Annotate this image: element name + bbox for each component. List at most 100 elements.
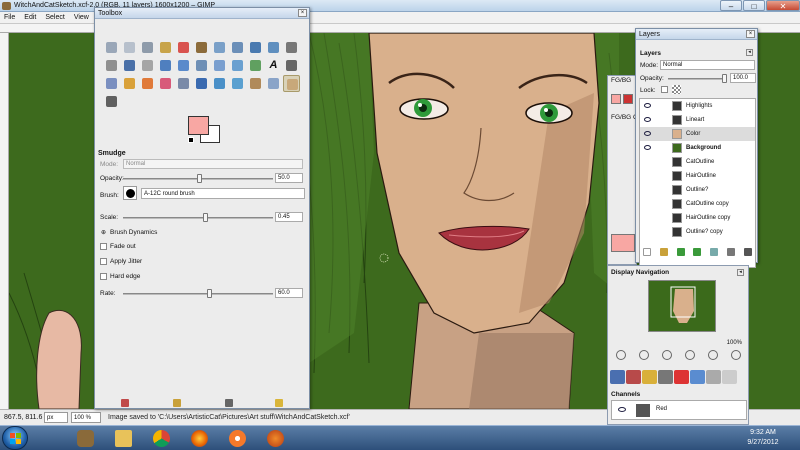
layer-mode-select[interactable]: Normal — [660, 60, 755, 70]
scale-value[interactable]: 0.45 — [275, 212, 303, 222]
taskbar-gimp[interactable] — [68, 428, 104, 449]
rotate-tool[interactable] — [157, 57, 174, 74]
anchor-layer-icon[interactable] — [726, 248, 735, 256]
maximize-button[interactable]: □ — [743, 0, 765, 11]
shrink-wrap-icon[interactable] — [731, 350, 741, 360]
save-options-icon[interactable] — [121, 399, 129, 407]
blend-tool[interactable] — [103, 75, 120, 92]
layer-row[interactable]: Lineart — [640, 113, 755, 127]
text-tool[interactable]: A — [265, 57, 282, 74]
foreground-color-swatch[interactable] — [188, 116, 209, 135]
lock-alpha-icon[interactable] — [672, 85, 681, 94]
lower-layer-icon[interactable] — [693, 248, 702, 256]
clock-time[interactable]: 9:32 AM — [738, 429, 788, 436]
heal-tool[interactable] — [229, 75, 246, 92]
apply-jitter-checkbox[interactable] — [100, 258, 107, 265]
close-button[interactable]: ✕ — [766, 0, 800, 11]
tab-gradients-icon[interactable] — [722, 370, 737, 384]
align-tool[interactable] — [121, 57, 138, 74]
mode-select[interactable]: Normal — [123, 159, 303, 169]
color-tab-icon[interactable] — [623, 94, 633, 104]
default-colors-icon[interactable] — [188, 137, 194, 143]
layer-row[interactable]: HairOutline — [640, 169, 755, 183]
smudge-tool[interactable] — [283, 75, 300, 92]
shear-tool[interactable] — [193, 57, 210, 74]
layer-opacity-track[interactable] — [668, 78, 724, 80]
clock-date[interactable]: 9/27/2012 — [738, 439, 788, 446]
tab-brushes-icon[interactable] — [690, 370, 705, 384]
clone-tool[interactable] — [211, 75, 228, 92]
zoom-100-icon[interactable] — [685, 350, 695, 360]
layers-menu-icon[interactable]: ◂ — [746, 49, 753, 56]
taskbar-media-player[interactable] — [258, 428, 294, 449]
paths-tool[interactable] — [229, 39, 246, 56]
scale-slider-track[interactable] — [123, 217, 273, 219]
taskbar-chrome[interactable] — [144, 428, 180, 449]
layer-row[interactable]: Outline? — [640, 183, 755, 197]
vertical-ruler[interactable] — [0, 33, 9, 409]
tab-channels-icon[interactable] — [626, 370, 641, 384]
rect-select-tool[interactable] — [103, 39, 120, 56]
lock-pixels-checkbox[interactable] — [661, 86, 668, 93]
layer-row[interactable]: Outline? copy — [640, 225, 755, 239]
tab-layers-icon[interactable] — [610, 370, 625, 384]
perspective-clone-tool[interactable] — [247, 75, 264, 92]
eraser-tool[interactable] — [157, 75, 174, 92]
move-tool[interactable] — [103, 57, 120, 74]
toolbox-close-icon[interactable]: × — [298, 9, 307, 17]
fade-out-checkbox[interactable] — [100, 243, 107, 250]
channel-visibility-eye-icon[interactable] — [618, 407, 626, 412]
rate-value[interactable]: 60.0 — [275, 288, 303, 298]
layer-visibility-eye-icon[interactable] — [644, 131, 651, 136]
paintbrush-tool[interactable] — [139, 75, 156, 92]
navigation-menu-icon[interactable]: ◂ — [737, 269, 744, 276]
foreground-select-tool[interactable] — [211, 39, 228, 56]
unit-select[interactable]: px — [44, 412, 68, 423]
channel-row-red[interactable]: Red — [611, 400, 747, 420]
delete-options-icon[interactable] — [225, 399, 233, 407]
fg-bg-color-selector[interactable] — [188, 114, 222, 146]
hard-edge-checkbox[interactable] — [100, 273, 107, 280]
menu-view[interactable]: View — [74, 12, 89, 23]
opacity-slider-handle[interactable] — [197, 174, 202, 183]
layer-row[interactable]: Highlights — [640, 99, 755, 113]
expander-plus-icon[interactable]: ⊕ — [101, 229, 106, 236]
crop-tool[interactable] — [139, 57, 156, 74]
tab-paths-icon[interactable] — [642, 370, 657, 384]
layer-row[interactable]: Color — [640, 127, 755, 141]
perspective-tool[interactable] — [211, 57, 228, 74]
layer-row[interactable]: Background — [640, 141, 755, 155]
taskbar-firefox[interactable] — [182, 428, 218, 449]
zoom-out-icon[interactable] — [616, 350, 626, 360]
bucket-fill-tool[interactable] — [283, 57, 300, 74]
measure-tool[interactable] — [283, 39, 300, 56]
menu-select[interactable]: Select — [45, 12, 64, 23]
taskbar-explorer[interactable] — [106, 428, 142, 449]
layer-row[interactable]: CatOutline — [640, 155, 755, 169]
layer-visibility-eye-icon[interactable] — [644, 145, 651, 150]
brush-dynamics-expander[interactable]: Brush Dynamics — [110, 229, 157, 236]
layer-row[interactable]: CatOutline copy — [640, 197, 755, 211]
airbrush-tool[interactable] — [175, 75, 192, 92]
zoom-select[interactable]: 100 % — [71, 412, 101, 423]
new-group-icon[interactable] — [660, 248, 669, 256]
menu-edit[interactable]: Edit — [24, 12, 36, 23]
scale-slider-handle[interactable] — [203, 213, 208, 222]
fuzzy-select-tool[interactable] — [157, 39, 174, 56]
rate-slider-track[interactable] — [123, 293, 273, 295]
dodge-burn-tool[interactable] — [103, 93, 120, 110]
tab-patterns-icon[interactable] — [706, 370, 721, 384]
layer-visibility-eye-icon[interactable] — [644, 117, 651, 122]
color-picker-tool[interactable] — [247, 39, 264, 56]
delete-layer-icon[interactable] — [743, 248, 752, 256]
color-select-tool[interactable] — [175, 39, 192, 56]
layers-titlebar[interactable]: Layers × — [636, 29, 757, 40]
scissors-tool[interactable] — [193, 39, 210, 56]
navigation-preview[interactable] — [648, 280, 716, 332]
tab-undo-icon[interactable] — [658, 370, 673, 384]
zoom-in-icon[interactable] — [639, 350, 649, 360]
free-select-tool[interactable] — [139, 39, 156, 56]
pencil-tool[interactable] — [121, 75, 138, 92]
minimize-button[interactable]: – — [720, 0, 742, 11]
layer-row[interactable]: HairOutline copy — [640, 211, 755, 225]
